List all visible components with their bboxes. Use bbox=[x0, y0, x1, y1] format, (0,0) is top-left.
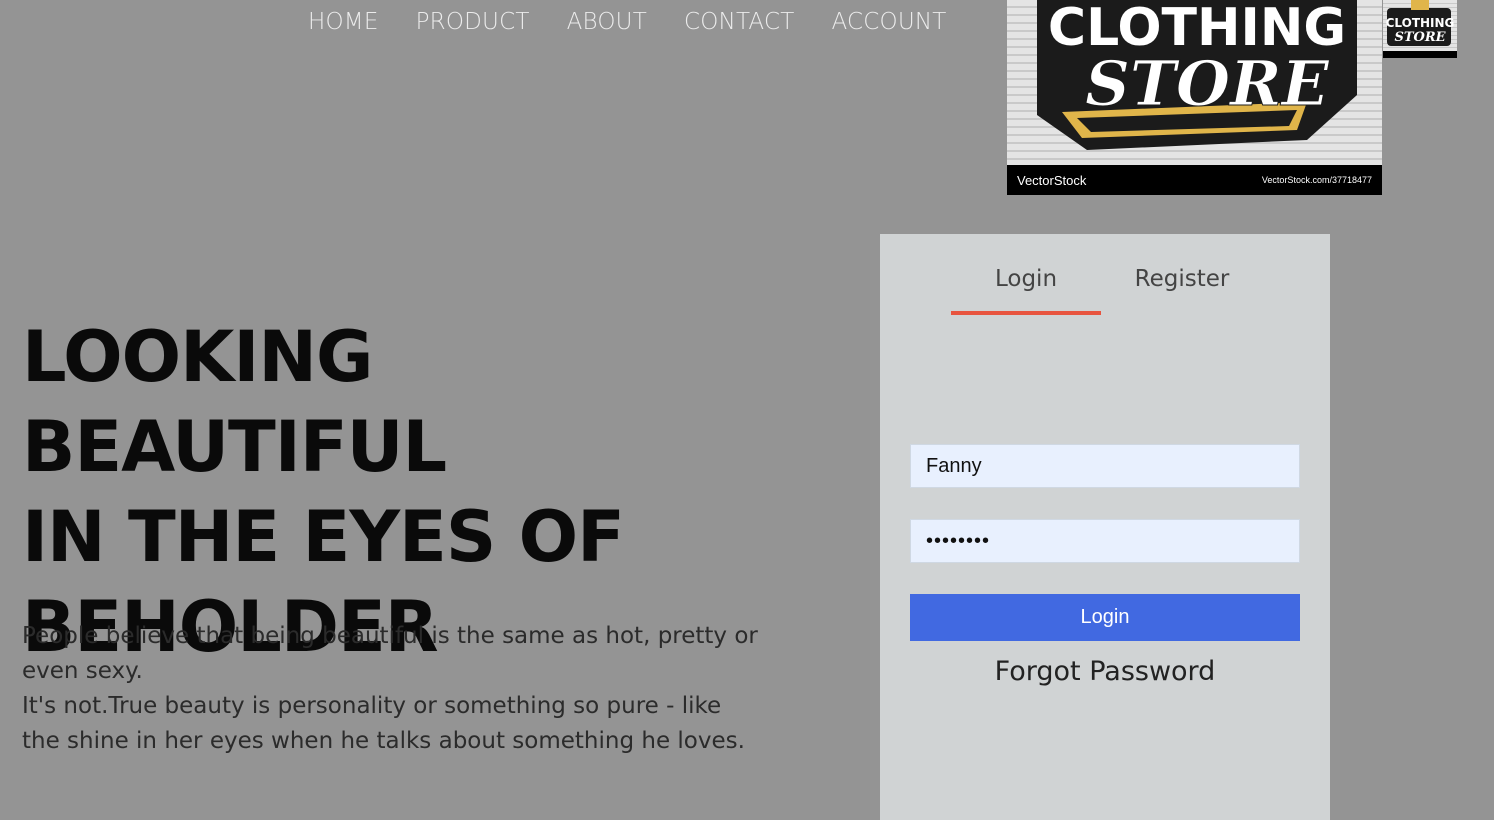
username-input[interactable] bbox=[910, 444, 1300, 488]
forgot-password-link[interactable]: Forgot Password bbox=[910, 656, 1300, 687]
watermark-url: VectorStock.com/37718477 bbox=[1261, 175, 1372, 185]
tab-login[interactable]: Login bbox=[951, 266, 1101, 292]
nav-product-link[interactable]: PRODUCT bbox=[416, 0, 530, 44]
top-nav: HOME PRODUCT ABOUT CONTACT ACCOUNT bbox=[308, 0, 984, 44]
nav-home-link[interactable]: HOME bbox=[308, 0, 379, 44]
logo-watermark-strip: VectorStock VectorStock.com/37718477 bbox=[1007, 165, 1382, 195]
hero-paragraph-1: People believe that being beautiful is t… bbox=[22, 623, 758, 684]
active-tab-indicator bbox=[951, 311, 1101, 315]
hero-description: People believe that being beautiful is t… bbox=[22, 619, 762, 759]
thumb-watermark-strip bbox=[1383, 51, 1457, 58]
nav-account-link[interactable]: ACCOUNT bbox=[831, 0, 946, 44]
hero-title-line1: LOOKING BEAUTIFUL bbox=[22, 316, 447, 488]
store-logo-large: CLOTHING STORE VectorStock VectorStock.c… bbox=[1007, 0, 1382, 195]
hero-paragraph-2: It's not.True beauty is personality or s… bbox=[22, 693, 745, 754]
watermark-brand: VectorStock bbox=[1017, 172, 1087, 188]
nav-about-link[interactable]: ABOUT bbox=[567, 0, 647, 44]
store-logo-thumbnail: CLOTHING STORE bbox=[1383, 0, 1457, 58]
thumb-logo-line2: STORE bbox=[1394, 30, 1446, 45]
logo-line2-text: STORE bbox=[1085, 47, 1329, 120]
tab-register[interactable]: Register bbox=[1107, 266, 1257, 292]
hero-title-line2: IN THE EYES OF bbox=[22, 496, 625, 578]
login-button[interactable]: Login bbox=[910, 594, 1300, 641]
thumb-logo-line1: CLOTHING bbox=[1386, 16, 1455, 30]
password-input[interactable] bbox=[910, 519, 1300, 563]
store-logo-thumbnail-artwork: CLOTHING STORE bbox=[1386, 0, 1455, 46]
nav-contact-link[interactable]: CONTACT bbox=[684, 0, 794, 44]
page: HOME PRODUCT ABOUT CONTACT ACCOUNT CLOTH… bbox=[0, 0, 1494, 820]
store-logo-artwork: CLOTHING STORE bbox=[1037, 0, 1357, 150]
hero-title: LOOKING BEAUTIFUL IN THE EYES OF BEHOLDE… bbox=[22, 312, 782, 672]
